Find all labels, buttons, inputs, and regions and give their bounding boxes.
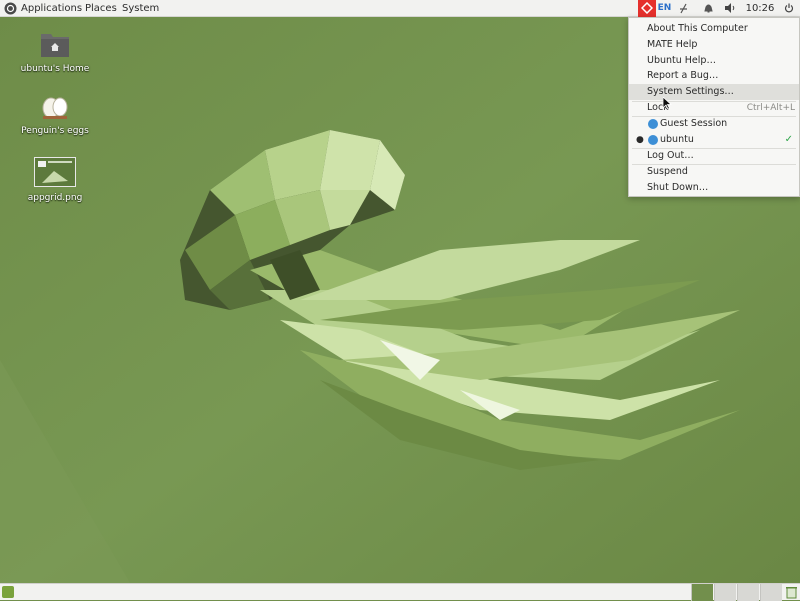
menu-item-system-settings[interactable]: System Settings…	[629, 84, 799, 100]
image-file-icon	[34, 157, 76, 187]
checkmark-icon: ✓	[784, 134, 793, 145]
active-session-bullet-icon: ●	[636, 135, 644, 145]
workspace-2[interactable]	[714, 584, 736, 601]
menu-item-lock[interactable]: Lock Ctrl+Alt+L	[629, 100, 799, 116]
user-menu: About This Computer MATE Help Ubuntu Hel…	[628, 17, 800, 197]
home-folder-icon	[41, 34, 69, 57]
power-icon[interactable]	[782, 0, 796, 17]
user-icon	[648, 135, 658, 145]
bottom-panel	[0, 583, 800, 601]
top-panel: Applications Places System EN 10:26	[0, 0, 800, 17]
applications-menu[interactable]: Applications	[21, 0, 82, 17]
places-menu[interactable]: Places	[85, 0, 117, 17]
desktop-icon-appgrid-png[interactable]: appgrid.png	[22, 157, 88, 203]
ubuntu-logo-icon[interactable]	[4, 2, 17, 15]
trash-icon[interactable]	[786, 586, 797, 599]
desktop-icon-home[interactable]: ubuntu's Home	[15, 30, 95, 74]
desktop-icon-penguins-eggs[interactable]: Penguin's eggs	[15, 94, 95, 136]
desktop-icon-label: appgrid.png	[27, 193, 83, 203]
menu-item-log-out[interactable]: Log Out…	[629, 148, 799, 164]
menu-item-shut-down[interactable]: Shut Down…	[629, 180, 799, 196]
workspace-1[interactable]	[691, 584, 713, 601]
menu-item-ubuntu-help[interactable]: Ubuntu Help…	[629, 53, 799, 69]
system-menu[interactable]: System	[122, 0, 159, 17]
show-desktop-icon[interactable]	[2, 586, 14, 598]
menu-item-about[interactable]: About This Computer	[629, 21, 799, 37]
notification-bell-icon[interactable]	[702, 0, 714, 17]
desktop-icon-label: ubuntu's Home	[20, 64, 90, 74]
eggs-icon	[42, 97, 68, 119]
menu-item-mate-help[interactable]: MATE Help	[629, 37, 799, 53]
remote-desktop-icon[interactable]	[638, 0, 656, 17]
desktop-icon-label: Penguin's eggs	[21, 126, 89, 136]
network-icon[interactable]	[677, 0, 689, 17]
menu-item-suspend[interactable]: Suspend	[629, 164, 799, 180]
workspace-3[interactable]	[737, 584, 759, 601]
volume-icon[interactable]	[722, 0, 736, 17]
workspace-4[interactable]	[760, 584, 782, 601]
user-icon	[648, 119, 658, 129]
lock-shortcut: Ctrl+Alt+L	[746, 103, 795, 113]
clock[interactable]: 10:26	[744, 0, 776, 17]
menu-item-report-bug[interactable]: Report a Bug…	[629, 68, 799, 84]
menu-item-guest-session[interactable]: Guest Session	[629, 116, 799, 132]
keyboard-layout-indicator[interactable]: EN	[657, 0, 672, 17]
menu-item-current-user[interactable]: ● ubuntu ✓	[629, 132, 799, 148]
mouse-cursor-icon	[663, 97, 672, 110]
